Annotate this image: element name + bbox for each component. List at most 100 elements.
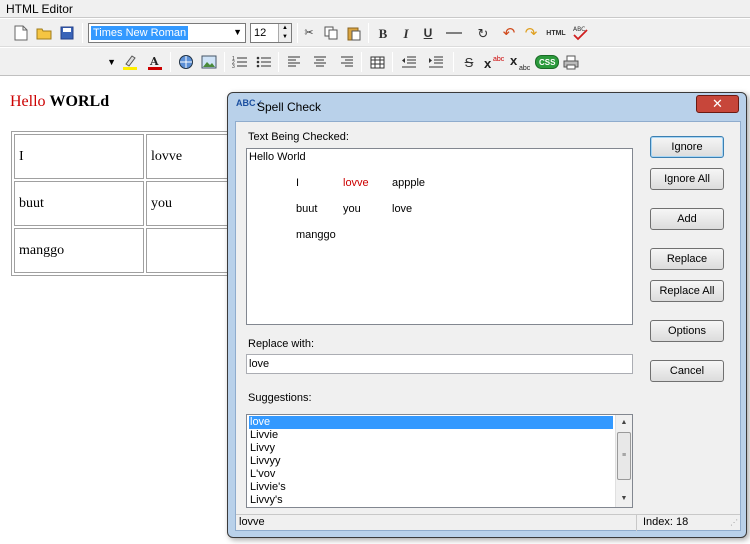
ignore-all-button[interactable]: Ignore All [650,168,724,190]
status-index: Index: 18 [643,516,689,528]
dialog-titlebar[interactable]: ABC✓ Spell Check ✕ [228,93,746,120]
font-color-icon[interactable]: A [146,53,164,71]
svg-text:3: 3 [232,64,235,69]
indent-icon[interactable] [427,53,445,71]
suggestions-label: Suggestions: [248,392,312,404]
bullet-list-icon[interactable] [255,53,273,71]
suggestions-list[interactable]: love Livvie Livvy Livvyy L'vov Livvie's … [246,414,633,508]
copy-icon[interactable] [322,24,340,42]
scroll-thumb[interactable]: ≡ [617,432,631,480]
insert-table-icon[interactable] [368,53,386,71]
toolbar-separator [368,23,369,43]
table-cell[interactable]: manggo [14,228,144,273]
superscript-icon[interactable]: x abc [484,53,504,71]
underline-icon[interactable]: U [419,24,437,42]
suggestions-scrollbar[interactable]: ▲ ≡ ▼ [615,415,632,507]
scroll-down-icon[interactable]: ▼ [616,491,632,507]
hyperlink-icon[interactable] [177,53,195,71]
app-titlebar: HTML Editor [0,0,750,18]
checked-word: appple [392,177,426,189]
font-size-stepper[interactable]: 12 ▲ ▼ [250,23,292,43]
misspelled-word: lovve [343,177,369,189]
numbered-list-icon[interactable]: 123 [231,53,249,71]
paste-icon[interactable] [345,24,363,42]
align-right-icon[interactable] [338,53,356,71]
subscript-icon[interactable]: x abc [510,53,530,71]
paragraph-style-select[interactable]: ▼ [10,53,118,73]
toolbar-separator [170,52,171,72]
list-item[interactable]: Livvy's [249,494,613,507]
list-item[interactable]: Livvie's [249,481,613,494]
redo-icon[interactable]: ↷ [522,24,540,42]
checked-word: manggo [296,229,336,241]
cancel-button[interactable]: Cancel [650,360,724,382]
toolbar-separator [224,52,225,72]
list-item[interactable]: love [249,416,613,429]
open-folder-icon[interactable] [35,24,53,42]
dialog-body: Text Being Checked: Hello World I lovve … [235,121,741,531]
refresh-icon[interactable]: ↻ [474,24,492,42]
close-button[interactable]: ✕ [696,95,739,113]
insert-image-icon[interactable] [200,53,218,71]
print-icon[interactable] [562,53,580,71]
svg-text:ABC: ABC [573,26,585,33]
replace-with-label: Replace with: [248,338,315,350]
toolbar-separator [392,52,393,72]
world-text: WORLd [49,93,110,110]
toolbar-separator [297,23,298,43]
outdent-icon[interactable] [400,53,418,71]
checked-word: love [392,203,413,215]
align-left-icon[interactable] [285,53,303,71]
font-family-select[interactable]: Times New Roman ▼ [88,23,246,43]
svg-text:CSS: CSS [539,58,556,67]
list-item[interactable]: Livvy [249,442,613,455]
new-document-icon[interactable] [12,24,30,42]
checked-word: you [343,203,361,215]
toolbar-separator [453,52,454,72]
replace-button[interactable]: Replace [650,248,724,270]
toolbar-separator [82,23,83,43]
svg-text:x: x [484,56,492,70]
resize-grip-icon[interactable]: ⋰ [730,518,738,527]
close-icon: ✕ [712,96,723,111]
horizontal-rule-icon[interactable] [444,24,464,42]
strikethrough-icon[interactable]: S [460,53,478,71]
checked-word: I [296,177,300,189]
text-being-checked-area[interactable]: Hello World I lovve appple buut you love… [246,148,633,325]
save-icon[interactable] [58,24,76,42]
hello-text: Hello [10,93,50,110]
highlight-color-icon[interactable] [121,53,139,71]
text-line: Hello World [249,151,306,163]
html-source-icon[interactable]: HTML [545,24,567,42]
table-cell[interactable]: I [14,134,144,179]
cut-icon[interactable]: ✂ [300,24,318,42]
status-separator [636,515,637,531]
text-being-checked-label: Text Being Checked: [248,131,349,143]
css-styles-icon[interactable]: CSS [535,53,559,71]
list-item[interactable]: Livvyy [249,455,613,468]
options-button[interactable]: Options [650,320,724,342]
ignore-button[interactable]: Ignore [650,136,724,158]
document-heading: Hello WORLd [10,93,109,111]
replace-with-input[interactable]: love [246,354,633,374]
checked-word: buut [296,203,318,215]
add-button[interactable]: Add [650,208,724,230]
replace-all-button[interactable]: Replace All [650,280,724,302]
undo-icon[interactable]: ↶ [500,24,518,42]
spinner-arrows-icon[interactable]: ▲ ▼ [278,24,291,42]
font-family-value: Times New Roman [91,26,189,40]
list-item[interactable]: Livvie [249,429,613,442]
bold-icon[interactable]: B [374,24,392,42]
align-center-icon[interactable] [311,53,329,71]
svg-text:abc: abc [519,65,530,70]
status-current-word: lovve [239,516,265,528]
scroll-up-icon[interactable]: ▲ [616,415,632,431]
dialog-title: Spell Check [257,100,322,114]
spell-check-icon[interactable]: ABC [571,24,589,42]
list-item[interactable]: L'vov [249,468,613,481]
chevron-down-icon: ▼ [107,57,116,67]
svg-text:abc: abc [493,56,504,63]
table-cell[interactable]: buut [14,181,144,226]
italic-icon[interactable]: I [397,24,415,42]
app-title: HTML Editor [6,2,73,16]
